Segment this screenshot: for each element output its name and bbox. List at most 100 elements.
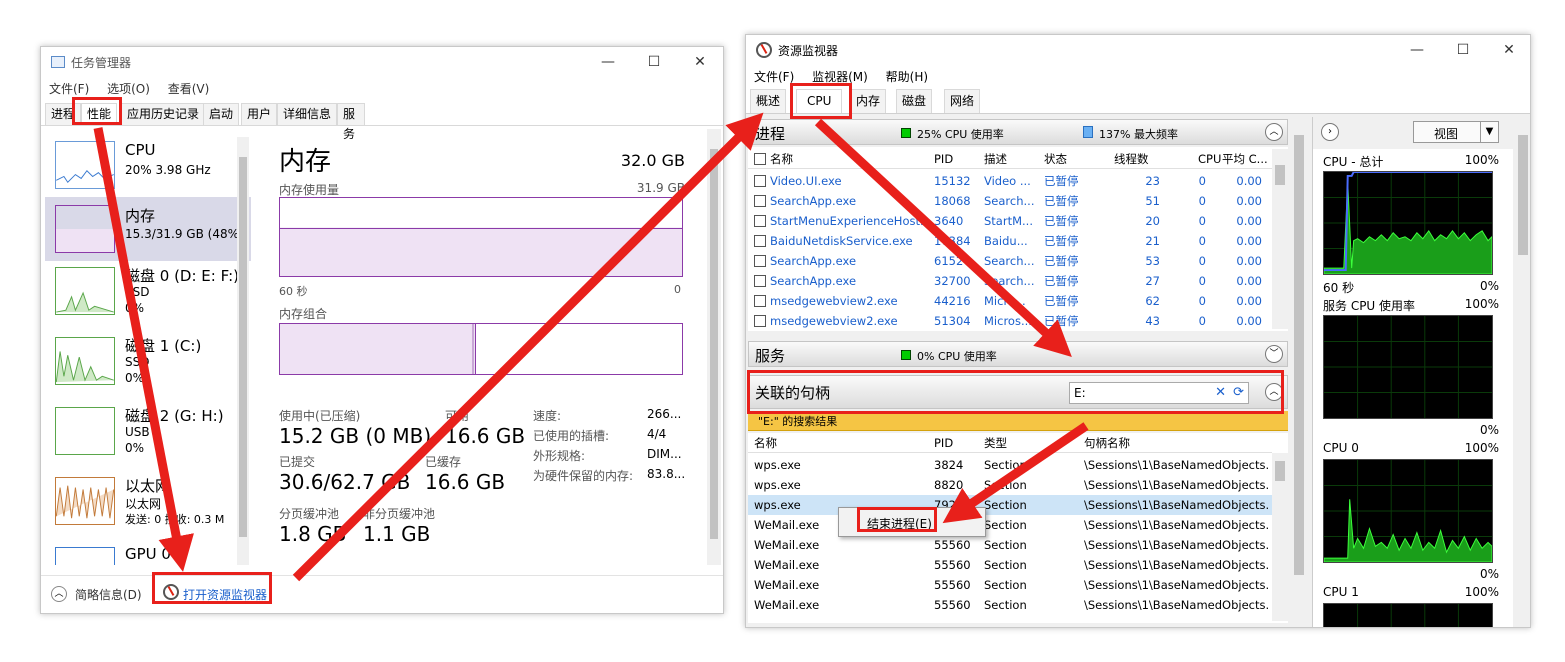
table-row[interactable]: SearchApp.exe 6152 Search... 已暂停 53 0 0.00	[748, 251, 1272, 271]
row-checkbox[interactable]	[754, 235, 766, 247]
process-avg-cpu: 0.00	[1236, 314, 1262, 328]
tab-network[interactable]: 网络	[944, 89, 981, 113]
graph-title: CPU 1	[1323, 585, 1359, 599]
tab-overview[interactable]: 概述	[750, 89, 787, 113]
sidebar-item-label: 磁盘 0 (D: E: F:)	[125, 267, 239, 285]
handle-name: \Sessions\1\BaseNamedObjects...	[1084, 518, 1270, 532]
sidebar-item-disk0[interactable]: 磁盘 0 (D: E: F:) SSD 0%	[41, 261, 251, 331]
sidebar-item-disk1[interactable]: 磁盘 1 (C:) SSD 0%	[41, 331, 251, 401]
process-desc: Micros...	[984, 314, 1032, 328]
menu-options[interactable]: 选项(O)	[107, 82, 150, 96]
process-scrollbar[interactable]	[1272, 149, 1288, 329]
graph-scrollbar[interactable]	[1516, 117, 1530, 627]
sidebar-item-label: GPU 0	[125, 545, 171, 563]
graph-max: 100%	[1464, 585, 1499, 599]
table-row[interactable]: SearchApp.exe 18068 Search... 已暂停 51 0 0.00	[748, 191, 1272, 211]
sidebar-scrollbar[interactable]	[237, 137, 249, 565]
handle-type: Section	[984, 498, 1027, 512]
sidebar-item-cpu[interactable]: CPU 20% 3.98 GHz	[41, 133, 251, 197]
handle-scrollbar[interactable]	[1272, 453, 1288, 621]
view-dropdown[interactable]: 视图 ▼	[1413, 121, 1499, 143]
table-row[interactable]: Video.UI.exe 15132 Video ... 已暂停 23 0 0.00	[748, 171, 1272, 191]
row-checkbox[interactable]	[754, 255, 766, 267]
sidebar-item-ethernet[interactable]: 以太网 以太网 发送: 0 接收: 0.3 M	[41, 471, 251, 541]
paged-label: 分页缓冲池	[279, 507, 340, 521]
left-pane-scrollbar[interactable]	[1292, 117, 1306, 627]
col-pid[interactable]: PID	[934, 149, 953, 169]
sidebar-item-gpu[interactable]: GPU 0	[41, 541, 251, 565]
handle-type: Section	[984, 518, 1027, 532]
handle-type: Section	[984, 578, 1027, 592]
close-button[interactable]: ✕	[1486, 35, 1530, 65]
tab-memory[interactable]: 内存	[850, 89, 887, 113]
menu-help[interactable]: 帮助(H)	[886, 70, 928, 84]
process-pid: 44216	[934, 294, 971, 308]
table-row[interactable]: WeMail.exe55560Section\Sessions\1\BaseNa…	[748, 555, 1272, 575]
menu-file[interactable]: 文件(F)	[754, 70, 794, 84]
table-row[interactable]: msedgewebview2.exe 44216 Micro... 已暂停 62 0 0.0…	[748, 291, 1272, 311]
table-row[interactable]: WeMail.exe55560Section\Sessions\1\BaseNa…	[748, 515, 1272, 535]
chevron-down-icon: ▼	[1480, 122, 1498, 142]
process-pid: 18068	[934, 194, 971, 208]
col-cpu[interactable]: CPU	[1198, 149, 1221, 169]
service-cpu-graph	[1323, 315, 1493, 419]
process-section-header[interactable]: 进程 25% CPU 使用率 137% 最大频率 ︿	[748, 119, 1288, 145]
brief-info-button[interactable]: 简略信息(D)	[75, 586, 142, 603]
col-threads[interactable]: 线程数	[1114, 149, 1149, 169]
table-row[interactable]: WeMail.exe55560Section\Sessions\1\BaseNa…	[748, 575, 1272, 595]
expand-icon[interactable]: ﹀	[1265, 345, 1283, 363]
close-button[interactable]: ✕	[677, 47, 723, 77]
handle-process-name: WeMail.exe	[754, 598, 820, 612]
tab-startup[interactable]: 启动	[203, 103, 240, 125]
cpu-thumbnail	[55, 141, 115, 189]
select-all-checkbox[interactable]	[754, 153, 766, 165]
col-pid[interactable]: PID	[934, 433, 953, 453]
tab-users[interactable]: 用户	[241, 103, 278, 125]
col-type[interactable]: 类型	[984, 433, 1007, 453]
row-checkbox[interactable]	[754, 295, 766, 307]
tab-services[interactable]: 服务	[337, 103, 365, 141]
table-row[interactable]: WeMail.exe55560Section\Sessions\1\BaseNa…	[748, 595, 1272, 615]
tab-disk[interactable]: 磁盘	[896, 89, 933, 113]
maximize-button[interactable]: ☐	[1440, 35, 1486, 65]
col-avg-cpu[interactable]: 平均 C...	[1222, 149, 1270, 169]
col-status[interactable]: 状态	[1044, 149, 1067, 169]
row-checkbox[interactable]	[754, 175, 766, 187]
table-row[interactable]: wps.exe 7928 Section \Sessions\1\BaseNamedO…	[748, 495, 1272, 515]
collapse-icon[interactable]: ︿	[51, 586, 67, 602]
task-manager-icon	[51, 56, 65, 68]
services-section-header[interactable]: 服务 0% CPU 使用率 ﹀	[748, 341, 1288, 367]
menu-view[interactable]: 查看(V)	[168, 82, 210, 96]
table-row[interactable]: wps.exe 3824 Section \Sessions\1\BaseNamedO…	[748, 455, 1272, 475]
row-checkbox[interactable]	[754, 215, 766, 227]
col-name[interactable]: 名称	[770, 149, 793, 169]
table-row[interactable]: msedgewebview2.exe 51304 Micros... 已暂停 43 0 0.…	[748, 311, 1272, 331]
col-desc[interactable]: 描述	[984, 149, 1007, 169]
minimize-button[interactable]: —	[585, 47, 631, 77]
menu-monitor[interactable]: 监视器(M)	[812, 70, 868, 84]
sidebar-item-memory[interactable]: 内存 15.3/31.9 GB (48%)	[45, 197, 251, 261]
memory-thumbnail	[55, 205, 115, 253]
table-row[interactable]: BaiduNetdiskService.exe 17384 Baidu... 已暂停 2…	[748, 231, 1272, 251]
tab-app-history[interactable]: 应用历史记录	[121, 103, 206, 125]
col-name[interactable]: 名称	[754, 433, 777, 453]
tab-details[interactable]: 详细信息	[277, 103, 338, 125]
menu-file[interactable]: 文件(F)	[49, 82, 89, 96]
table-row[interactable]: SearchApp.exe 32700 Search... 已暂停 27 0 0.00	[748, 271, 1272, 291]
minimize-button[interactable]: —	[1394, 35, 1440, 65]
col-handle-name[interactable]: 句柄名称	[1084, 433, 1130, 453]
handle-table: 名称 PID 类型 句柄名称 wps.exe 3824 Section \Sessio…	[748, 433, 1288, 623]
process-cpu: 0	[1198, 294, 1206, 308]
sidebar-item-sub: 20% 3.98 GHz	[125, 163, 211, 177]
sidebar-item-disk2[interactable]: 磁盘 2 (G: H:) USB 0%	[41, 401, 251, 471]
maximize-button[interactable]: ☐	[631, 47, 677, 77]
table-row[interactable]: StartMenuExperienceHost.... 3640 StartM...…	[748, 211, 1272, 231]
collapse-icon[interactable]: ︿	[1265, 123, 1283, 141]
detail-scrollbar[interactable]	[707, 129, 721, 565]
table-row[interactable]: wps.exe 8820 Section \Sessions\1\BaseNamedO…	[748, 475, 1272, 495]
table-row[interactable]: WeMail.exe55560Section\Sessions\1\BaseNa…	[748, 535, 1272, 555]
row-checkbox[interactable]	[754, 195, 766, 207]
row-checkbox[interactable]	[754, 315, 766, 327]
expand-panel-icon[interactable]: ›	[1321, 123, 1339, 141]
row-checkbox[interactable]	[754, 275, 766, 287]
